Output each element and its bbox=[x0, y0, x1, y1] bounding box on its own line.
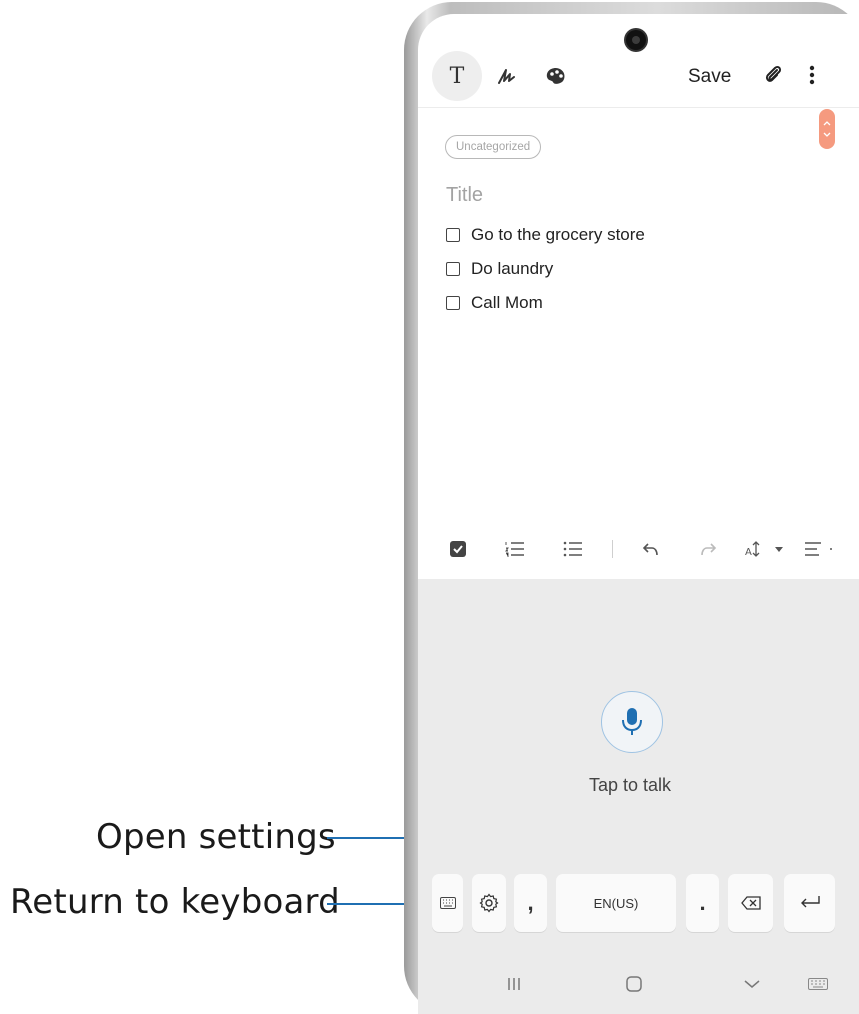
checklist-item-text: Call Mom bbox=[471, 293, 543, 312]
text-mode-button[interactable]: T bbox=[432, 51, 482, 101]
category-chip[interactable]: Uncategorized bbox=[445, 135, 542, 159]
tap-to-talk-label: Tap to talk bbox=[589, 775, 672, 795]
open-settings-callout: Open settings bbox=[96, 817, 336, 857]
return-to-keyboard-button[interactable] bbox=[432, 874, 463, 932]
front-camera bbox=[626, 30, 646, 50]
language-space-key[interactable]: EN(US) bbox=[556, 874, 676, 932]
svg-text:A: A bbox=[745, 547, 752, 558]
checkbox-list-icon[interactable] bbox=[446, 537, 470, 561]
enter-key[interactable] bbox=[784, 874, 835, 932]
enter-icon bbox=[800, 896, 820, 908]
checkbox[interactable] bbox=[446, 228, 460, 242]
checklist-item-text: Do laundry bbox=[471, 259, 554, 278]
microphone-button[interactable] bbox=[601, 691, 663, 753]
checkbox[interactable] bbox=[446, 296, 460, 310]
home-icon[interactable] bbox=[620, 970, 648, 998]
attach-icon[interactable] bbox=[758, 60, 788, 90]
checklist-item[interactable]: Go to the grocery store bbox=[446, 225, 645, 245]
save-button[interactable]: Save bbox=[688, 62, 731, 92]
period-key[interactable]: . bbox=[686, 874, 719, 932]
numbered-list-icon[interactable] bbox=[503, 537, 527, 561]
recent-apps-icon[interactable] bbox=[500, 970, 528, 998]
text-size-icon[interactable]: A bbox=[744, 537, 790, 561]
backspace-icon bbox=[740, 896, 761, 910]
more-options-icon[interactable] bbox=[798, 60, 826, 90]
undo-icon[interactable] bbox=[639, 537, 663, 561]
checklist-item[interactable]: Call Mom bbox=[446, 293, 543, 313]
comma-key[interactable]: , bbox=[514, 874, 547, 932]
settings-button[interactable] bbox=[472, 874, 506, 932]
bullet-list-icon[interactable] bbox=[561, 537, 585, 561]
redo-icon[interactable] bbox=[696, 537, 720, 561]
hide-keyboard-icon[interactable] bbox=[738, 970, 766, 998]
checkbox[interactable] bbox=[446, 262, 460, 276]
scroll-thumb[interactable] bbox=[819, 109, 835, 149]
toolbar-divider bbox=[418, 107, 859, 108]
handwriting-pen-icon[interactable] bbox=[492, 60, 524, 92]
keyboard-switch-icon[interactable] bbox=[804, 970, 832, 998]
backspace-key[interactable] bbox=[728, 874, 773, 932]
align-icon[interactable] bbox=[802, 537, 836, 561]
palette-icon[interactable] bbox=[540, 60, 572, 92]
gear-icon bbox=[479, 893, 499, 913]
title-field[interactable]: Title bbox=[446, 184, 483, 207]
return-to-keyboard-callout: Return to keyboard bbox=[10, 882, 340, 922]
checklist-item-text: Go to the grocery store bbox=[471, 225, 645, 244]
format-separator bbox=[612, 540, 613, 558]
checklist-item[interactable]: Do laundry bbox=[446, 259, 553, 279]
